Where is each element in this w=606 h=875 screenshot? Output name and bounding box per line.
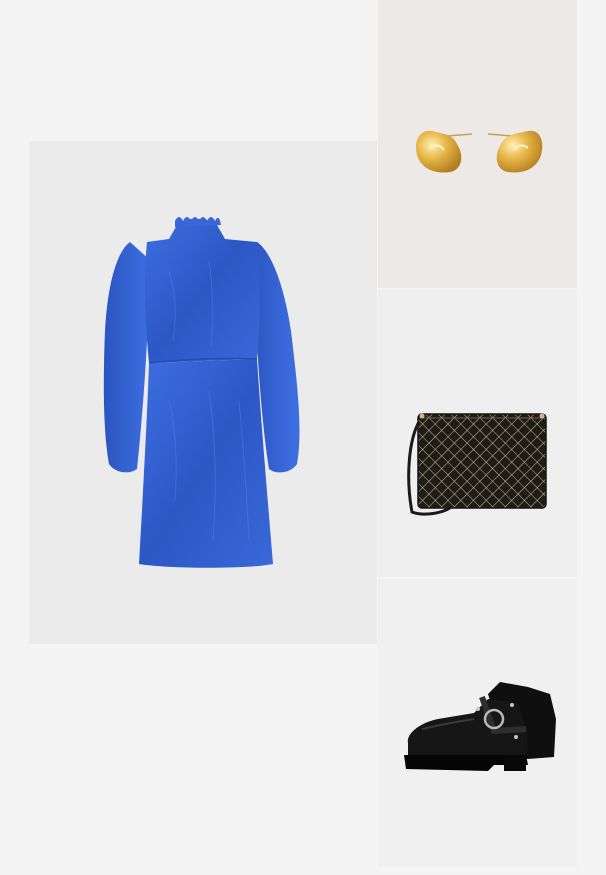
blue-dress-image [103, 217, 300, 568]
dress-product-tile[interactable] [29, 141, 377, 644]
black-harness-ankle-boots-image [404, 682, 556, 771]
ankle-boots-product-tile[interactable] [378, 579, 577, 867]
quilted-clutch-bag-image [407, 413, 547, 516]
clutch-bag-product-tile[interactable] [378, 290, 577, 577]
gold-heart-earrings-image [416, 130, 543, 173]
outfit-collage: { "collage": { "background_color": "#f4f… [0, 0, 606, 875]
earrings-product-tile[interactable] [378, 0, 577, 288]
